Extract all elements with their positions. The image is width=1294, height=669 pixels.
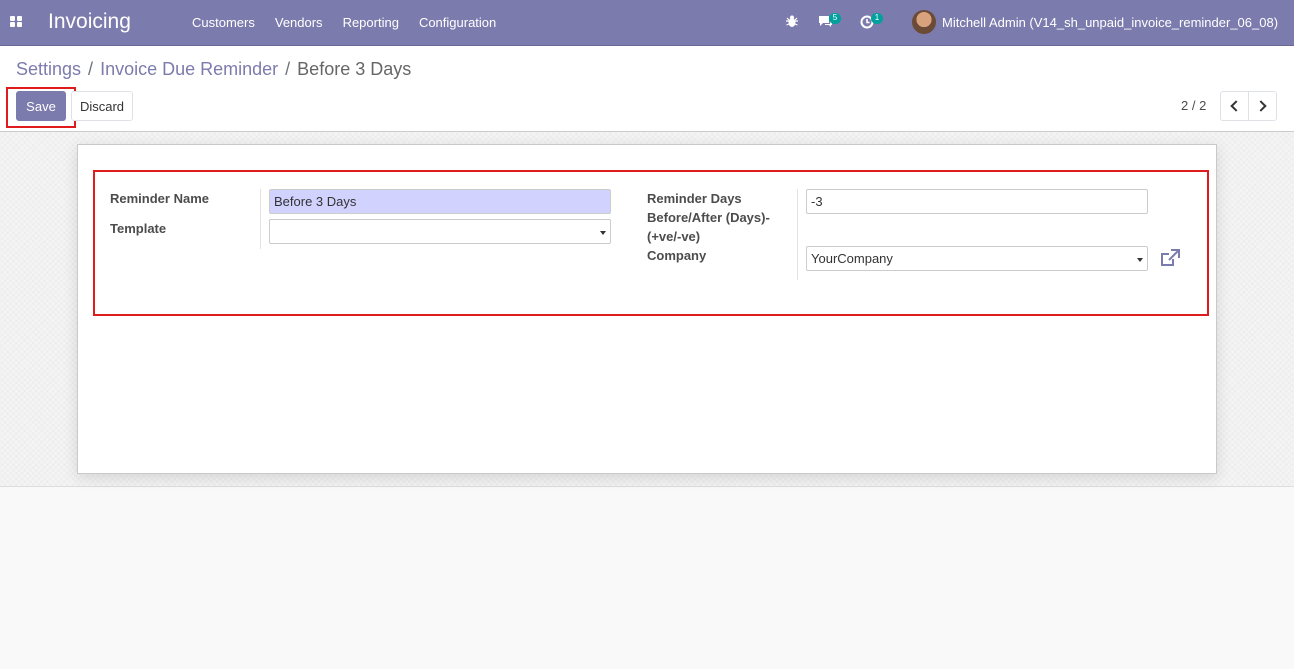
chevron-left-icon	[1230, 100, 1242, 112]
form-sheet: Reminder Name Template Before 3 Days Rem…	[77, 144, 1217, 474]
company-select[interactable]: YourCompany	[806, 246, 1148, 271]
external-link-icon[interactable]	[1160, 249, 1180, 270]
reminder-days-label-line1: Reminder Days	[647, 191, 742, 206]
caret-down-icon	[600, 231, 606, 235]
user-menu[interactable]: Mitchell Admin (V14_sh_unpaid_invoice_re…	[942, 15, 1278, 30]
control-panel: Settings / Invoice Due Reminder / Before 3 D…	[0, 46, 1294, 132]
activities-count-badge: 1	[871, 13, 883, 24]
menu-customers[interactable]: Customers	[182, 0, 265, 46]
breadcrumb: Settings / Invoice Due Reminder / Before 3 D…	[16, 59, 411, 80]
caret-down-icon	[1137, 258, 1143, 262]
app-title[interactable]: Invoicing	[48, 10, 131, 34]
breadcrumb-current: Before 3 Days	[297, 59, 412, 79]
save-button[interactable]: Save	[16, 91, 66, 121]
template-label: Template	[110, 221, 167, 236]
messages-count-badge: 5	[829, 13, 841, 24]
main-menu: Customers Vendors Reporting Configuratio…	[182, 0, 506, 46]
chevron-right-icon	[1255, 100, 1267, 112]
pager-next-button[interactable]	[1248, 91, 1277, 121]
breadcrumb-separator: /	[285, 59, 291, 79]
menu-reporting[interactable]: Reporting	[333, 0, 409, 46]
messages-icon[interactable]: 5	[818, 13, 841, 31]
top-navbar: Invoicing Customers Vendors Reporting Co…	[0, 0, 1294, 46]
company-label: Company	[647, 248, 707, 263]
menu-configuration[interactable]: Configuration	[409, 0, 506, 46]
template-select[interactable]	[269, 219, 611, 244]
breadcrumb-invoice-due-reminder[interactable]: Invoice Due Reminder	[100, 59, 278, 79]
right-group-divider	[797, 189, 798, 280]
reminder-days-label-line2: Before/After (Days)-	[647, 210, 770, 225]
company-select-value: YourCompany	[811, 251, 893, 266]
left-group-divider	[260, 189, 261, 249]
reminder-days-label-line3: (+ve/-ve)	[647, 229, 701, 244]
activities-clock-icon[interactable]: 1	[860, 13, 883, 32]
breadcrumb-separator: /	[88, 59, 94, 79]
discard-button[interactable]: Discard	[71, 91, 133, 121]
menu-vendors[interactable]: Vendors	[265, 0, 333, 46]
pager-previous-button[interactable]	[1220, 91, 1249, 121]
debug-bug-icon[interactable]	[786, 15, 798, 31]
pager-value[interactable]: 2 / 2	[1181, 98, 1206, 113]
user-avatar[interactable]	[912, 10, 936, 34]
reminder-days-input[interactable]: -3	[806, 189, 1148, 214]
apps-menu-icon[interactable]	[10, 16, 23, 28]
reminder-name-label: Reminder Name	[110, 191, 209, 206]
form-view-background: Reminder Name Template Before 3 Days Rem…	[0, 132, 1294, 487]
reminder-name-input[interactable]: Before 3 Days	[269, 189, 611, 214]
reminder-days-label: Reminder Days Before/After (Days)- (+ve/…	[647, 189, 770, 265]
breadcrumb-settings[interactable]: Settings	[16, 59, 81, 79]
